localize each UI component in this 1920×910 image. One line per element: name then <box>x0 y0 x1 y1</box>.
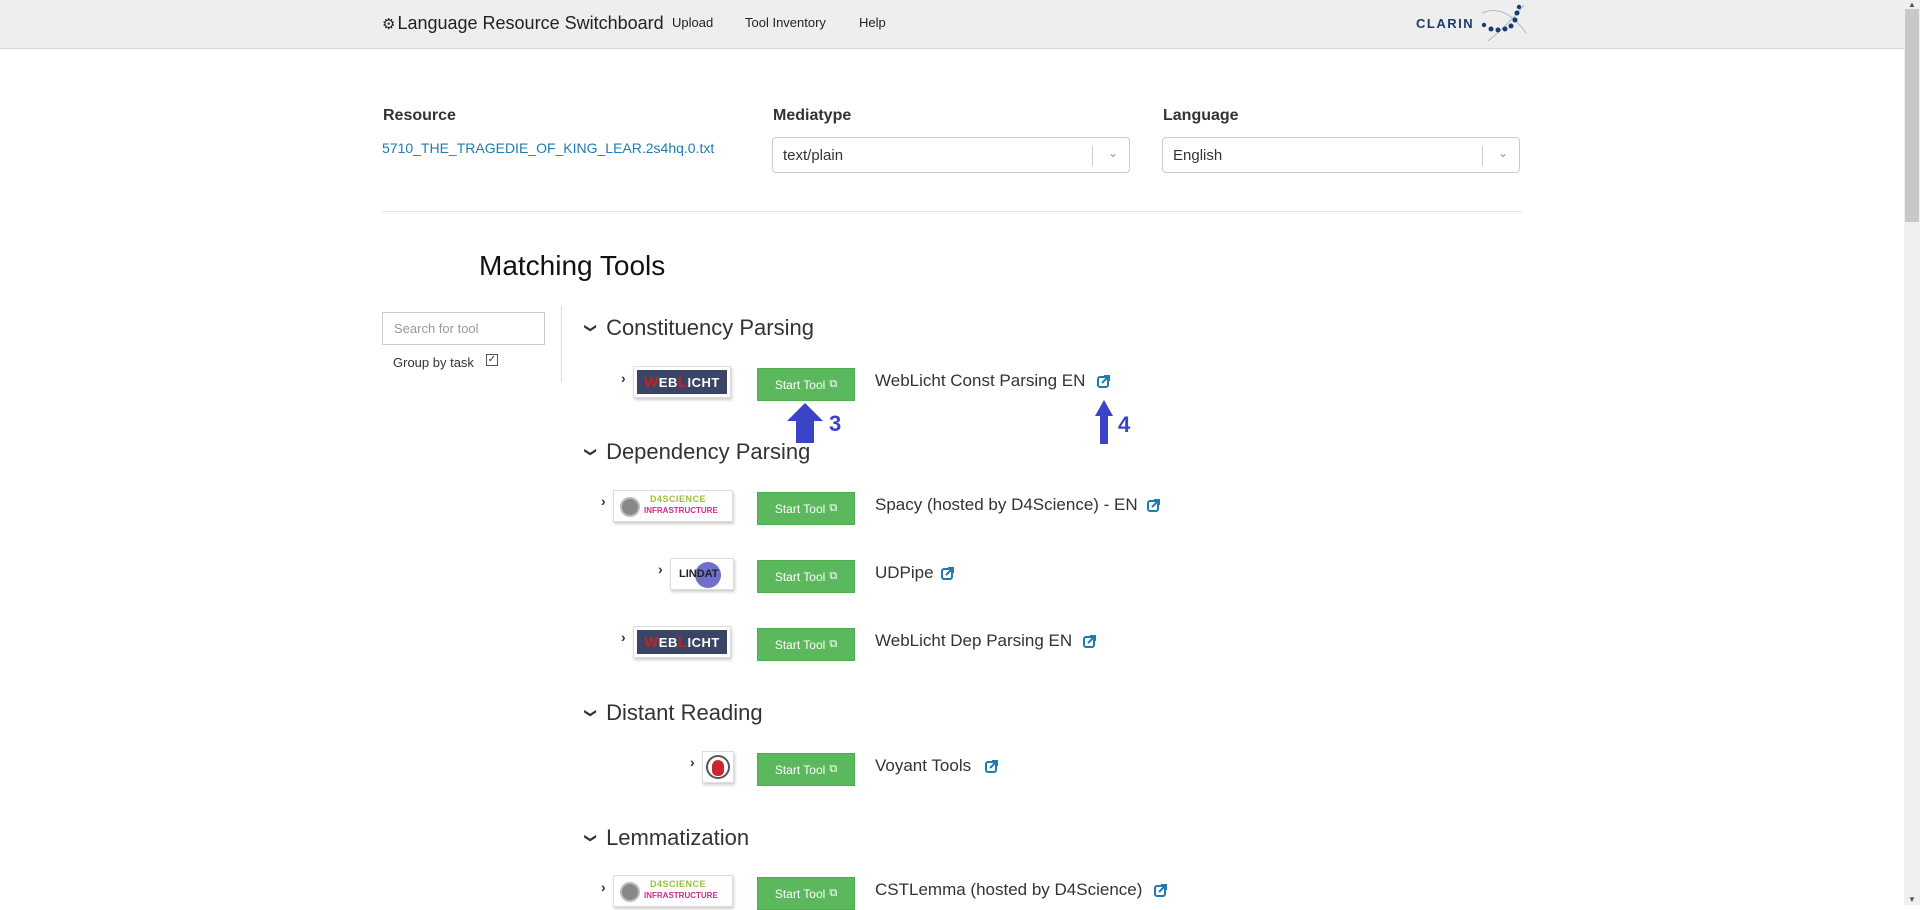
tool-name[interactable]: CSTLemma (hosted by D4Science) <box>875 880 1142 900</box>
group-title: Lemmatization <box>606 825 750 850</box>
external-link-icon[interactable] <box>985 760 998 773</box>
start-tool-label: Start Tool <box>774 762 826 777</box>
start-tool-button[interactable]: Start Tool ⧉ <box>757 877 855 910</box>
tool-name[interactable]: WebLicht Const Parsing EN <box>875 371 1085 391</box>
matching-tools-title: Matching Tools <box>479 250 666 281</box>
gear-icon: ⚙ <box>382 15 396 33</box>
nav-tool-inventory[interactable]: Tool Inventory <box>745 15 826 30</box>
external-link-icon: ⧉ <box>829 763 838 775</box>
external-link-icon[interactable] <box>1154 884 1167 897</box>
expand-chevron-icon[interactable]: › <box>658 561 663 577</box>
search-tool-input[interactable] <box>382 312 545 345</box>
group-title: Dependency Parsing <box>606 439 811 464</box>
scroll-thumb[interactable] <box>1905 9 1919 222</box>
caret-down-icon: ❯ <box>584 322 599 334</box>
expand-chevron-icon[interactable]: › <box>601 879 606 895</box>
expand-chevron-icon[interactable]: › <box>601 493 606 509</box>
mediatype-value: text/plain <box>783 147 844 164</box>
language-select[interactable]: English ⌄ <box>1162 137 1520 173</box>
expand-chevron-icon[interactable]: › <box>621 629 626 645</box>
start-tool-label: Start Tool <box>774 501 826 516</box>
external-link-icon[interactable] <box>1083 635 1096 648</box>
page-scrollbar[interactable]: ▲ ▼ <box>1904 0 1920 905</box>
start-tool-label: Start Tool <box>774 569 826 584</box>
clarin-logo-text: CLARIN <box>1416 15 1475 31</box>
expand-chevron-icon[interactable]: › <box>621 370 626 386</box>
scroll-down-icon[interactable]: ▼ <box>1904 895 1920 905</box>
external-link-icon[interactable] <box>1147 499 1160 512</box>
group-dependency-parsing[interactable]: ❯ Dependency Parsing <box>584 439 811 465</box>
voyant-logo <box>702 751 734 783</box>
group-lemmatization[interactable]: ❯ Lemmatization <box>584 825 750 851</box>
brand-title: Language Resource Switchboard <box>397 13 664 33</box>
group-distant-reading[interactable]: ❯ Distant Reading <box>584 700 763 726</box>
group-by-task-checkbox[interactable]: ✓ <box>486 354 498 366</box>
external-link-icon[interactable] <box>1097 375 1110 388</box>
group-title: Constituency Parsing <box>606 315 814 340</box>
start-tool-label: Start Tool <box>774 637 826 652</box>
chevron-down-icon: ⌄ <box>1497 146 1508 160</box>
panel-divider <box>561 306 562 382</box>
resource-label: Resource <box>383 107 456 124</box>
expand-chevron-icon[interactable]: › <box>690 754 695 770</box>
tool-name[interactable]: Voyant Tools <box>875 756 971 776</box>
group-title: Distant Reading <box>606 700 763 725</box>
group-by-task-label: Group by task <box>393 355 474 370</box>
mediatype-select[interactable]: text/plain ⌄ <box>772 137 1130 173</box>
language-value: English <box>1173 147 1223 164</box>
start-tool-button[interactable]: Start Tool ⧉ <box>757 368 855 401</box>
clarin-logo-graphic <box>1481 4 1527 42</box>
top-navbar: ⚙ Language Resource Switchboard Upload T… <box>0 0 1904 49</box>
external-link-icon: ⧉ <box>829 638 838 650</box>
annotation-arrow-4 <box>1095 400 1113 444</box>
external-link-icon: ⧉ <box>829 378 838 390</box>
resource-link[interactable]: 5710_THE_TRAGEDIE_OF_KING_LEAR.2s4hq.0.t… <box>382 140 714 156</box>
brand-link[interactable]: ⚙ Language Resource Switchboard <box>382 13 664 34</box>
start-tool-button[interactable]: Start Tool ⧉ <box>757 753 855 786</box>
start-tool-button[interactable]: Start Tool ⧉ <box>757 560 855 593</box>
start-tool-button[interactable]: Start Tool ⧉ <box>757 628 855 661</box>
tool-name[interactable]: WebLicht Dep Parsing EN <box>875 631 1072 651</box>
weblicht-logo: WEBLICHT <box>633 366 731 398</box>
nav-upload[interactable]: Upload <box>672 15 713 30</box>
external-link-icon: ⧉ <box>829 502 838 514</box>
caret-down-icon: ❯ <box>584 446 599 458</box>
chevron-down-icon: ⌄ <box>1107 146 1118 160</box>
section-divider <box>382 211 1522 212</box>
nav-help[interactable]: Help <box>859 15 886 30</box>
annotation-number: 4 <box>1118 412 1131 437</box>
mediatype-label: Mediatype <box>773 107 852 124</box>
annotation-number: 3 <box>829 411 842 436</box>
start-tool-button[interactable]: Start Tool ⧉ <box>757 492 855 525</box>
tool-name[interactable]: Spacy (hosted by D4Science) - EN <box>875 495 1138 515</box>
external-link-icon[interactable] <box>941 567 954 580</box>
annotation-arrow-3 <box>787 403 823 443</box>
weblicht-logo: WEBLICHT <box>633 626 731 658</box>
tool-name[interactable]: UDPipe <box>875 563 934 583</box>
caret-down-icon: ❯ <box>584 707 599 719</box>
external-link-icon: ⧉ <box>829 570 838 582</box>
language-label: Language <box>1163 107 1239 124</box>
group-constituency-parsing[interactable]: ❯ Constituency Parsing <box>584 315 814 341</box>
select-separator <box>1092 146 1093 166</box>
d4science-logo: D4SCIENCE INFRASTRUCTURE <box>613 490 733 522</box>
caret-down-icon: ❯ <box>584 832 599 844</box>
start-tool-label: Start Tool <box>774 377 826 392</box>
d4science-logo: D4SCIENCE INFRASTRUCTURE <box>613 875 733 907</box>
external-link-icon: ⧉ <box>829 887 838 899</box>
select-separator <box>1482 146 1483 166</box>
lindat-logo: LINDAT <box>670 558 734 590</box>
clarin-logo[interactable]: CLARIN <box>1416 2 1536 44</box>
start-tool-label: Start Tool <box>774 886 826 901</box>
